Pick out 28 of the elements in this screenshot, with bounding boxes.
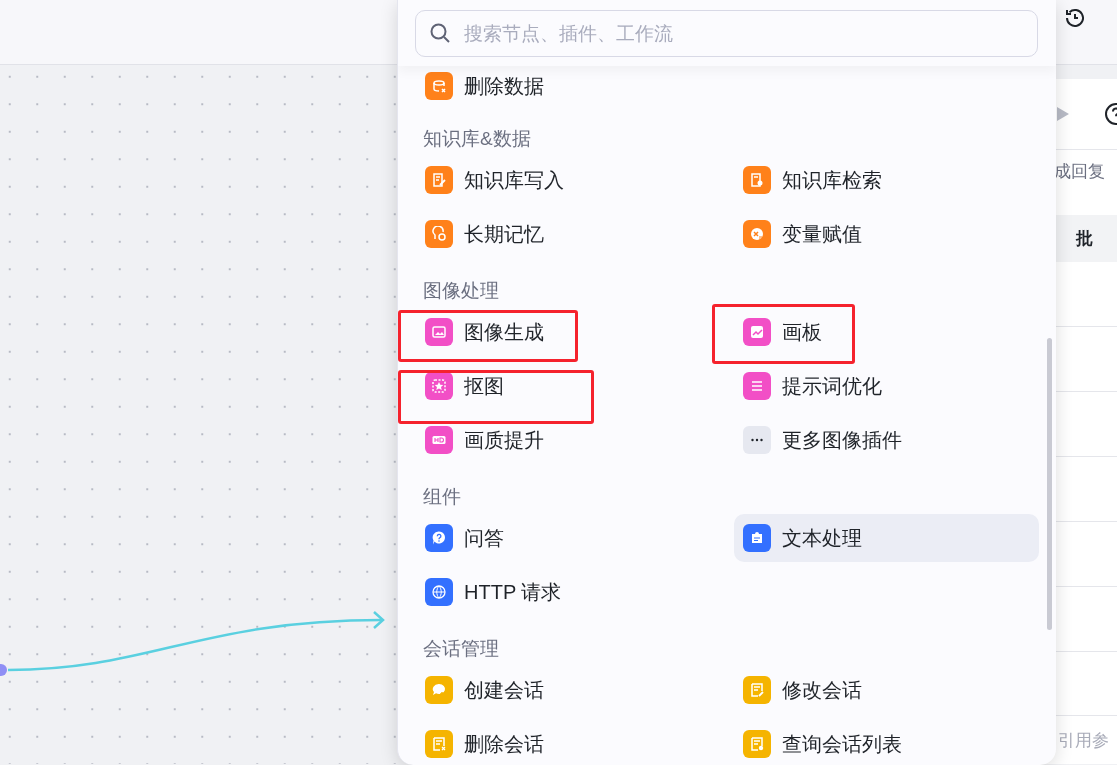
node-item[interactable]: 删除数据 xyxy=(416,66,734,106)
node-item[interactable]: 知识库检索 xyxy=(734,156,1039,204)
scrollbar[interactable] xyxy=(1047,338,1052,630)
node-item[interactable]: 画板 xyxy=(734,308,1039,356)
node-item[interactable]: 图像生成 xyxy=(416,308,734,356)
section-title: 组件 xyxy=(422,485,462,509)
node-item[interactable]: 查询会话列表 xyxy=(734,720,1039,765)
node-item[interactable]: 问答 xyxy=(416,514,734,562)
section-title: 知识库&数据 xyxy=(422,127,532,151)
section-title: 图像处理 xyxy=(422,279,500,303)
node-item[interactable]: 抠图 xyxy=(416,362,734,410)
section-title: 会话管理 xyxy=(422,637,500,661)
node-item[interactable]: 长期记忆 xyxy=(416,210,734,258)
history-icon[interactable] xyxy=(1063,6,1087,30)
node-item[interactable]: 画质提升 xyxy=(416,416,734,464)
node-item[interactable]: 知识库写入 xyxy=(416,156,734,204)
node-item[interactable]: 删除会话 xyxy=(416,720,734,765)
search-field[interactable]: 搜索节点、插件、工作流 xyxy=(415,10,1038,57)
node-item[interactable]: HTTP 请求 xyxy=(416,568,734,616)
node-item[interactable]: 更多图像插件 xyxy=(734,416,1039,464)
help-icon[interactable] xyxy=(1103,102,1117,126)
node-item[interactable]: 变量赋值 xyxy=(734,210,1039,258)
node-item[interactable]: 提示词优化 xyxy=(734,362,1039,410)
search-icon xyxy=(428,21,452,45)
reply-label: 成回复 xyxy=(1053,161,1106,183)
node-item[interactable]: 创建会话 xyxy=(416,666,734,714)
node-item[interactable]: 文本处理 xyxy=(734,514,1039,562)
node-item[interactable]: 修改会话 xyxy=(734,666,1039,714)
